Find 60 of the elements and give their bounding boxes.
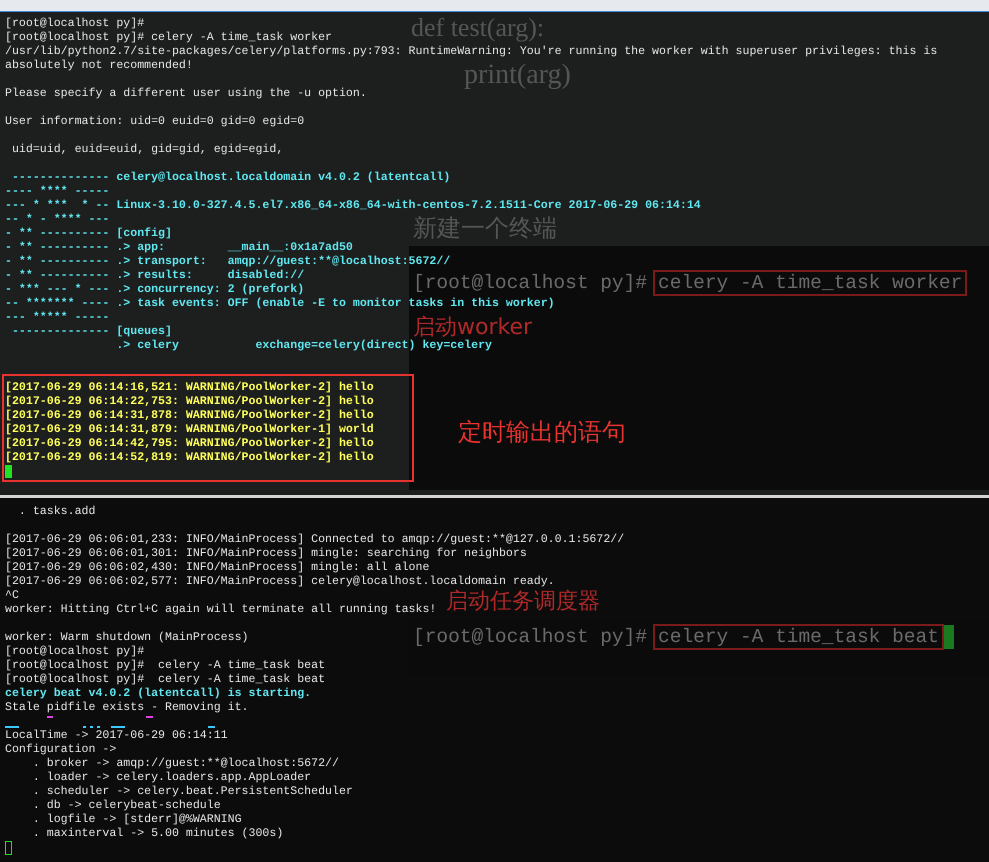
- banner-line: -------------- [queues]: [10, 325, 172, 339]
- terminal-line: [2017-06-29 06:06:02,430: INFO/MainProcess] mingle: all alone: [5, 561, 430, 575]
- log-line: [2017-06-29 06:14:31,878: WARNING/PoolWorker-2] hello: [5, 409, 375, 423]
- log-line: [2017-06-29 06:14:22,753: WARNING/PoolWorker-2] hello: [5, 395, 375, 409]
- step-caption: 启动任务调度器: [446, 589, 600, 615]
- terminal-line: [root@localhost py]#: [5, 17, 144, 31]
- cursor-icon: [5, 841, 12, 855]
- status-line: celery beat v4.0.2 (latentcall) is starting.: [5, 687, 312, 701]
- log-line: [2017-06-29 06:14:31,879: WARNING/PoolWorker-1] world: [5, 423, 375, 437]
- code-line: def test(arg):: [411, 14, 544, 42]
- terminal-line: . tasks.add: [18, 505, 96, 519]
- terminal-line: [2017-06-29 06:06:01,233: INFO/MainProcess] Connected to amqp://guest:**@127.0.0.1:5672//: [5, 533, 624, 547]
- code-line: print(arg): [464, 60, 571, 90]
- terminal-line: [2017-06-29 06:06:01,301: INFO/MainProcess] mingle: searching for neighbors: [5, 547, 527, 561]
- terminal-line: . loader -> celery.loaders.app.AppLoader: [32, 771, 312, 785]
- banner-line: -------------- celery@localhost.localdomain v4.0.2 (latentcall): [10, 171, 450, 185]
- log-line: [2017-06-29 06:14:42,795: WARNING/PoolWorker-2] hello: [5, 437, 375, 451]
- terminal-line: ^C: [5, 589, 19, 603]
- terminal-line: User information: uid=0 euid=0 gid=0 egid=0: [5, 115, 304, 129]
- document-heading: 新建一个终端: [413, 214, 557, 242]
- terminal-line: . broker -> amqp://guest:**@localhost:5672//: [32, 757, 339, 771]
- terminal-line: LocalTime -> 2017-06-29 06:14:11: [5, 729, 228, 743]
- banner-line: --- ***** -----: [5, 311, 110, 325]
- step-caption: 启动worker: [413, 315, 532, 340]
- banner-line: - ** ---------- [config]: [5, 227, 172, 241]
- terminal-line: . scheduler -> celery.beat.PersistentScheduler: [32, 785, 353, 799]
- banner-line: - ** ---------- .> results: disabled://: [5, 269, 304, 283]
- highlighted-command: celery -A time_task beat: [653, 624, 944, 650]
- highlighted-command: celery -A time_task worker: [653, 270, 968, 296]
- terminal-line: /usr/lib/python2.7/site-packages/celery/platforms.py:793: RuntimeWarning: You're running the worker with superuser privileges: this is: [5, 45, 938, 59]
- shell-prompt: [root@localhost py]#: [413, 271, 648, 295]
- banner-line: ---- **** -----: [5, 185, 110, 199]
- banner-line: -- * - **** ---: [5, 213, 110, 227]
- shell-prompt: [root@localhost py]#: [413, 625, 648, 649]
- terminal-line: . maxinterval -> 5.00 minutes (300s): [32, 827, 284, 841]
- banner-line: - *** --- * --- .> concurrency: 2 (prefork): [5, 283, 304, 297]
- terminal-line: [root@localhost py]#: [5, 645, 144, 659]
- terminal-line: Please specify a different user using the -u option.: [5, 87, 367, 101]
- terminal-line: . db -> celerybeat-schedule: [32, 799, 221, 813]
- terminal-line: uid=uid, euid=euid, gid=gid, egid=egid,: [10, 143, 284, 157]
- terminal-line: Configuration ->: [5, 743, 116, 757]
- terminal-line: worker: Warm shutdown (MainProcess): [5, 631, 249, 645]
- annotation-text: 定时输出的语句: [458, 417, 626, 447]
- banner-line: -- ******* ---- .> task events: OFF (enable -E to monitor tasks in this worker): [5, 297, 555, 311]
- log-line: [2017-06-29 06:14:52,819: WARNING/PoolWorker-2] hello: [5, 451, 375, 465]
- banner-line: - ** ---------- .> app: __main__:0x1a7ad50: [5, 241, 353, 255]
- banner-line: --- * *** * -- Linux-3.10.0-327.4.5.el7.x86_64-x86_64-with-centos-7.2.1511-Core 2017-06-29 06:14:14: [5, 199, 701, 213]
- cursor-icon: [5, 465, 12, 478]
- terminal-line: [root@localhost py]# celery -A time_task beat: [5, 673, 326, 687]
- terminal-line: [2017-06-29 06:06:02,577: INFO/MainProcess] celery@localhost.localdomain ready.: [5, 575, 555, 589]
- banner-line: - ** ---------- .> transport: amqp://guest:**@localhost:5672//: [5, 255, 450, 269]
- terminal-line: [root@localhost py]# celery -A time_task beat: [5, 659, 326, 673]
- terminal-line: Stale pidfile exists - Removing it.: [5, 701, 249, 715]
- banner-line: .> celery exchange=celery(direct) key=celery: [115, 339, 492, 353]
- terminal-line: [root@localhost py]# celery -A time_task worker: [5, 31, 332, 45]
- cursor-icon: [944, 625, 954, 649]
- log-line: [2017-06-29 06:14:16,521: WARNING/PoolWorker-2] hello: [5, 381, 375, 395]
- terminal-line: worker: Hitting Ctrl+C again will terminate all running tasks!: [5, 603, 436, 617]
- terminal-line: . logfile -> [stderr]@%WARNING: [32, 813, 242, 827]
- terminal-line: absolutely not recommended!: [5, 59, 193, 73]
